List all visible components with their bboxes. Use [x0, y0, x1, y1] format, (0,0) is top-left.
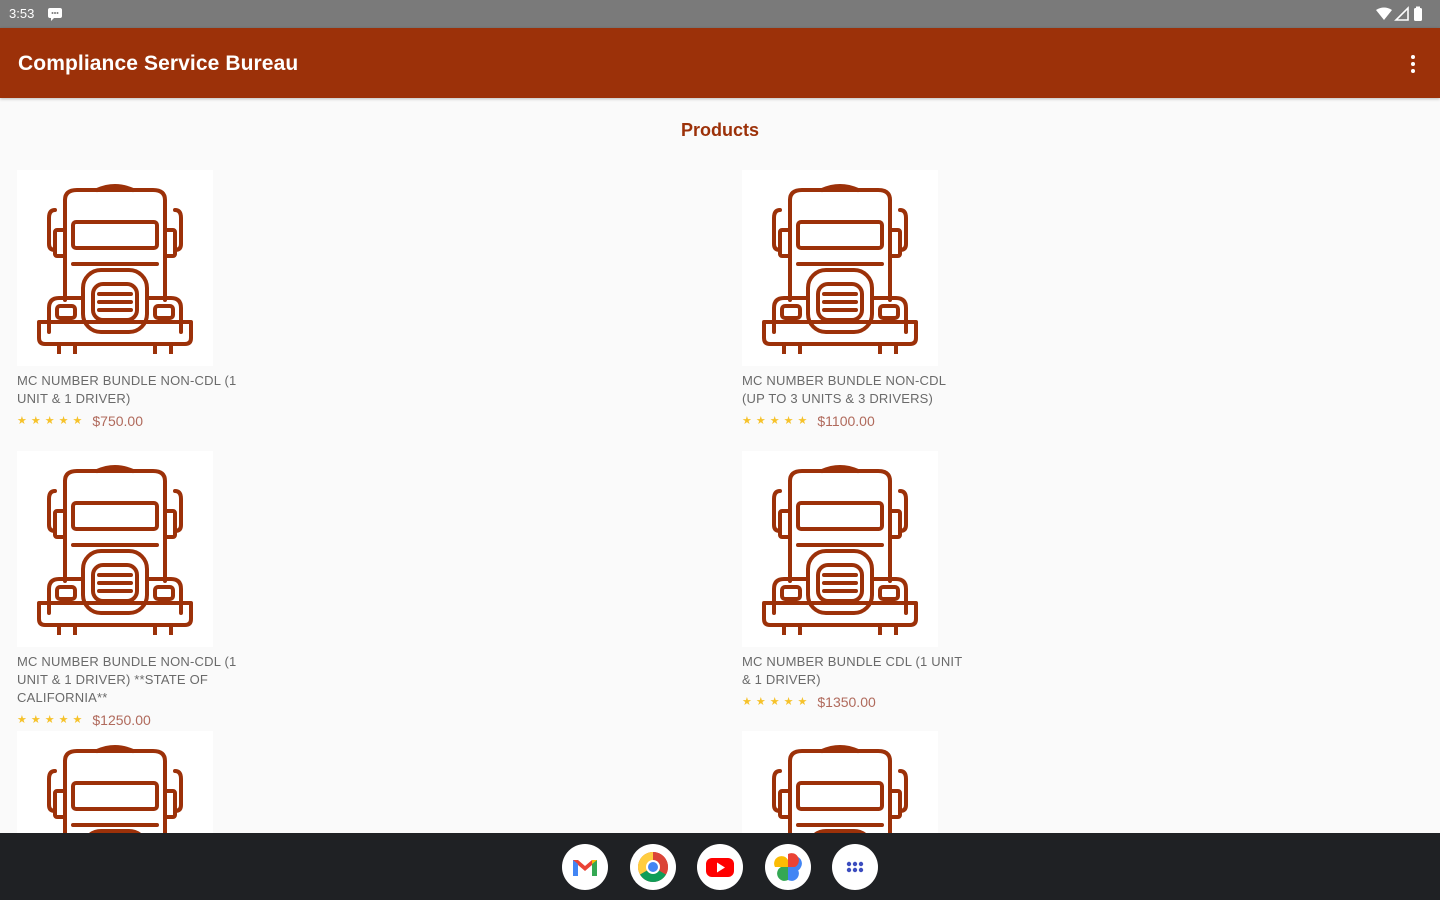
product-price: $1350.00 [817, 694, 876, 710]
chat-bubble-icon [48, 8, 62, 21]
app-bar: Compliance Service Bureau [0, 28, 1440, 98]
product-image[interactable] [17, 731, 213, 833]
product-price: $1100.00 [817, 413, 875, 429]
truck-icon [37, 184, 193, 354]
star-icon: ★ [755, 415, 766, 427]
product-card[interactable] [742, 731, 1002, 833]
photos-icon[interactable] [765, 844, 811, 890]
star-icon: ★ [58, 415, 69, 427]
rating-stars: ★ ★ ★ ★ ★ [742, 696, 807, 708]
star-icon: ★ [17, 415, 27, 427]
star-icon: ★ [755, 696, 766, 708]
rating-stars: ★ ★ ★ ★ ★ [17, 714, 82, 726]
product-price: $750.00 [92, 413, 143, 429]
wifi-icon [1376, 7, 1392, 20]
star-icon: ★ [72, 714, 83, 726]
star-icon: ★ [742, 696, 752, 708]
star-icon: ★ [30, 714, 41, 726]
star-icon: ★ [769, 696, 780, 708]
app-title: Compliance Service Bureau [18, 52, 299, 75]
product-card[interactable]: MC NUMBER BUNDLE NON-CDL (UP TO 3 UNITS … [742, 170, 1002, 430]
system-status-icons [1376, 6, 1422, 21]
star-icon: ★ [44, 415, 55, 427]
product-card[interactable]: MC NUMBER BUNDLE CDL (1 UNIT & 1 DRIVER)… [742, 451, 1002, 711]
product-card[interactable]: MC NUMBER BUNDLE NON-CDL (1 UNIT & 1 DRI… [17, 451, 277, 729]
product-name: MC NUMBER BUNDLE NON-CDL (UP TO 3 UNITS … [742, 373, 946, 406]
navigation-bar [0, 833, 1440, 900]
star-icon: ★ [769, 415, 780, 427]
signal-icon [1394, 6, 1409, 21]
product-card[interactable]: MC NUMBER BUNDLE NON-CDL (1 UNIT & 1 DRI… [17, 170, 277, 430]
truck-icon [37, 465, 193, 635]
product-list[interactable]: Products MC NUMBER BUNDLE NON-CDL (1 UNI… [0, 98, 1440, 833]
star-icon: ★ [44, 714, 55, 726]
status-bar: 3:53 [0, 0, 1440, 28]
star-icon: ★ [30, 415, 41, 427]
star-icon: ★ [783, 415, 794, 427]
truck-icon [762, 465, 918, 635]
truck-icon [37, 745, 193, 833]
product-image[interactable] [17, 451, 213, 647]
product-image[interactable] [742, 170, 938, 366]
product-image[interactable] [742, 451, 938, 647]
product-price: $1250.00 [92, 712, 151, 728]
youtube-icon[interactable] [697, 844, 743, 890]
product-name: MC NUMBER BUNDLE NON-CDL (1 UNIT & 1 DRI… [17, 654, 237, 705]
star-icon: ★ [797, 696, 808, 708]
product-image[interactable] [17, 170, 213, 366]
star-icon: ★ [783, 696, 794, 708]
product-name: MC NUMBER BUNDLE NON-CDL (1 UNIT & 1 DRI… [17, 373, 237, 406]
product-image[interactable] [742, 731, 938, 833]
star-icon: ★ [797, 415, 808, 427]
status-time: 3:53 [9, 6, 35, 21]
product-name: MC NUMBER BUNDLE CDL (1 UNIT & 1 DRIVER) [742, 654, 963, 687]
rating-stars: ★ ★ ★ ★ ★ [742, 415, 807, 427]
rating-stars: ★ ★ ★ ★ ★ [17, 415, 82, 427]
app-drawer-icon[interactable] [832, 844, 878, 890]
battery-icon [1414, 8, 1422, 21]
truck-icon [762, 184, 918, 354]
section-title: Products [680, 120, 759, 140]
gmail-icon[interactable] [562, 844, 608, 890]
star-icon: ★ [742, 415, 752, 427]
star-icon: ★ [17, 714, 27, 726]
truck-icon [762, 745, 918, 833]
star-icon: ★ [72, 415, 83, 427]
chrome-icon[interactable] [630, 844, 676, 890]
product-card[interactable] [17, 731, 277, 833]
more-vert-icon[interactable] [1406, 52, 1420, 76]
star-icon: ★ [58, 714, 69, 726]
